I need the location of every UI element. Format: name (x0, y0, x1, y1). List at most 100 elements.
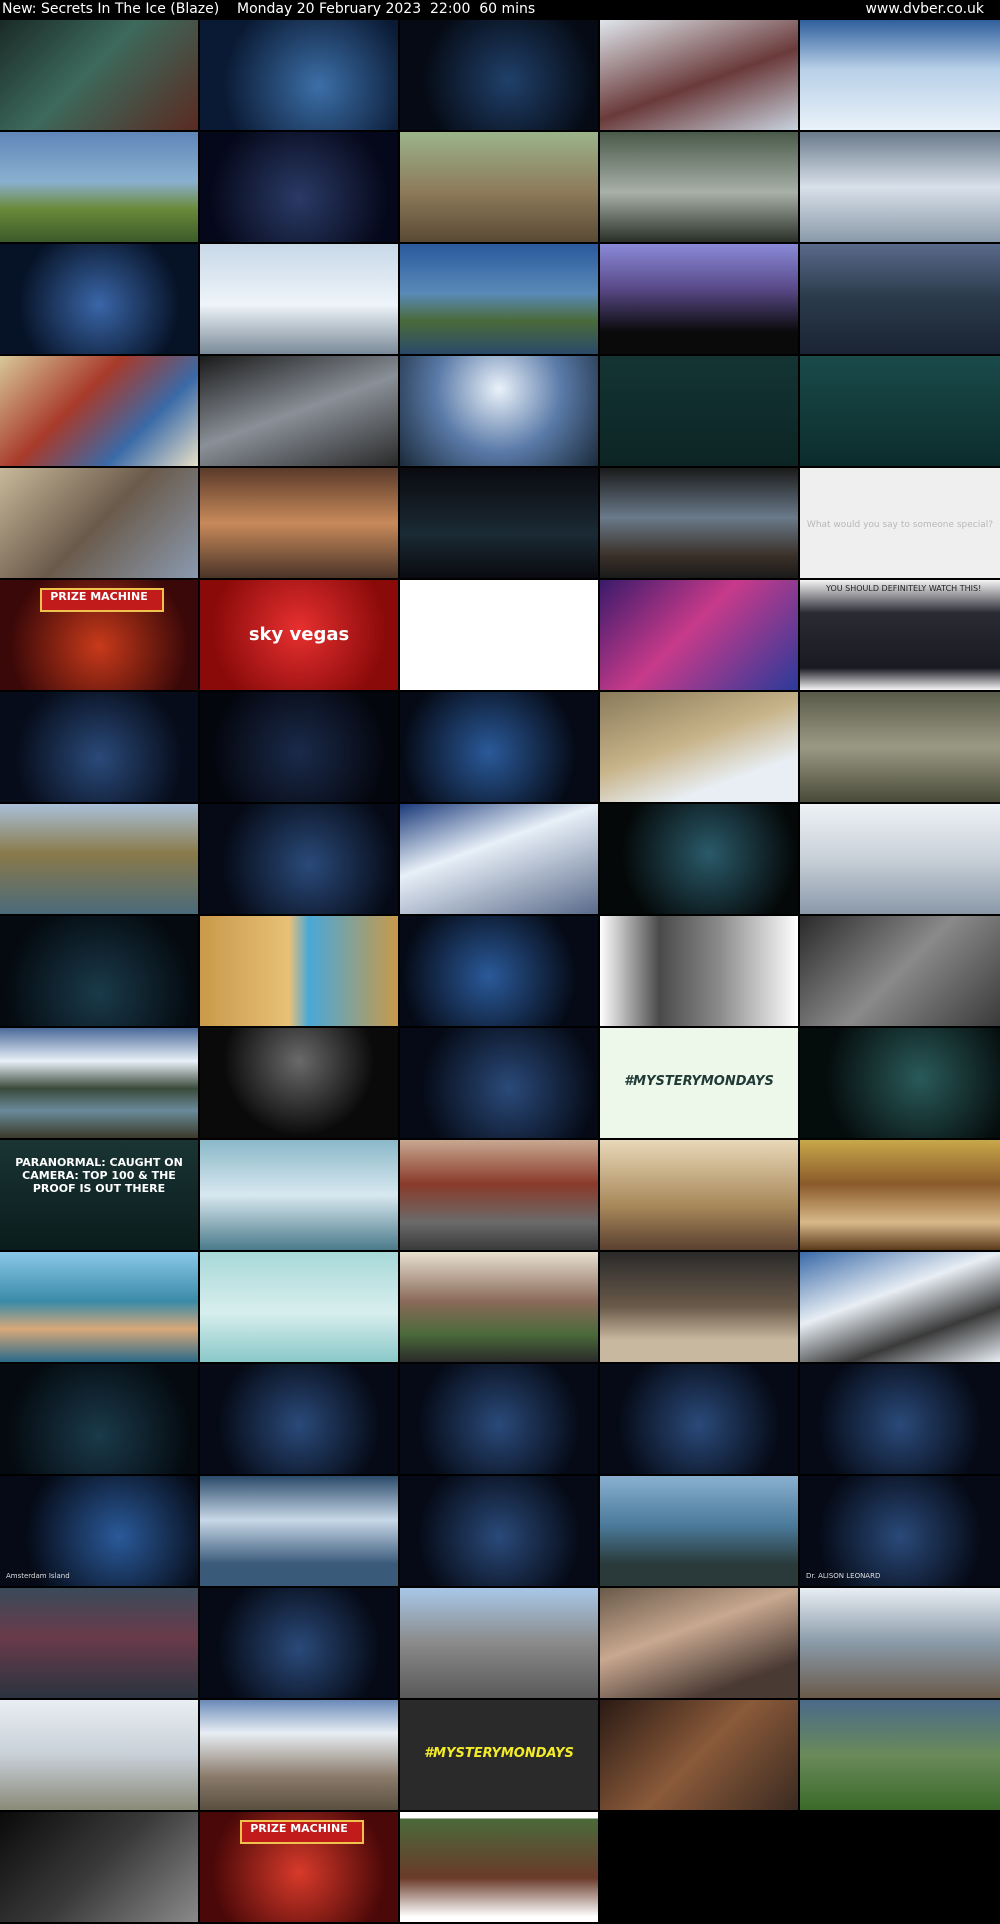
thumbnail[interactable] (200, 244, 398, 354)
thumbnail-row: #MYSTERYMONDAYS (0, 1028, 1000, 1140)
thumbnail-row (0, 132, 1000, 244)
thumbnail[interactable] (200, 1700, 398, 1810)
thumbnail-caption: PARANORMAL: CAUGHT ON CAMERA: TOP 100 & … (15, 1156, 183, 1195)
thumbnail[interactable] (400, 132, 598, 242)
thumbnail[interactable] (0, 1252, 198, 1362)
thumbnail-caption: #MYSTERYMONDAYS (424, 1746, 574, 1761)
thumbnail[interactable] (600, 356, 798, 466)
thumbnail[interactable] (800, 1252, 1000, 1362)
thumbnail[interactable] (0, 804, 198, 914)
thumbnail-row: PRIZE MACHINE (0, 1812, 1000, 1924)
thumbnail-row (0, 1364, 1000, 1476)
thumbnail[interactable]: Dr. ALISON LEONARD (800, 1476, 1000, 1586)
thumbnail[interactable]: YOU SHOULD DEFINITELY WATCH THIS! (800, 580, 1000, 690)
thumbnail[interactable] (600, 1588, 798, 1698)
thumbnail[interactable] (400, 1476, 598, 1586)
thumbnail-caption: YOU SHOULD DEFINITELY WATCH THIS! (826, 584, 982, 593)
thumbnail[interactable]: Amsterdam Island (0, 1476, 198, 1586)
site-url[interactable]: www.dvber.co.uk (865, 0, 984, 18)
thumbnail[interactable] (0, 692, 198, 802)
thumbnail[interactable] (600, 1700, 798, 1810)
thumbnail-caption: #MYSTERYMONDAYS (624, 1074, 774, 1089)
thumbnail[interactable] (200, 1028, 398, 1138)
thumbnail[interactable] (200, 804, 398, 914)
thumbnail[interactable] (600, 244, 798, 354)
thumbnail[interactable] (800, 1588, 1000, 1698)
thumbnail-row (0, 20, 1000, 132)
thumbnail[interactable] (600, 468, 798, 578)
thumbnail[interactable] (800, 1700, 1000, 1810)
thumbnail[interactable] (600, 804, 798, 914)
thumbnail[interactable] (800, 1364, 1000, 1474)
thumbnail[interactable] (800, 1028, 1000, 1138)
thumbnail[interactable] (0, 132, 198, 242)
thumbnail[interactable] (200, 916, 398, 1026)
thumbnail[interactable] (400, 1140, 598, 1250)
thumbnail[interactable] (800, 20, 1000, 130)
thumbnail[interactable] (800, 1140, 1000, 1250)
thumbnail[interactable] (200, 356, 398, 466)
thumbnail[interactable] (0, 356, 198, 466)
thumbnail[interactable] (600, 1252, 798, 1362)
thumbnail[interactable] (200, 1588, 398, 1698)
thumbnail[interactable] (600, 1364, 798, 1474)
thumbnail[interactable] (600, 1812, 798, 1922)
thumbnail[interactable]: PRIZE MACHINE (200, 1812, 398, 1922)
thumbnail[interactable] (800, 692, 1000, 802)
thumbnail[interactable] (200, 1364, 398, 1474)
thumbnail-row (0, 916, 1000, 1028)
thumbnail[interactable] (600, 916, 798, 1026)
thumbnail[interactable] (600, 1140, 798, 1250)
thumbnail[interactable] (400, 916, 598, 1026)
thumbnail[interactable] (200, 692, 398, 802)
thumbnail[interactable] (400, 1252, 598, 1362)
thumbnail[interactable] (0, 1364, 198, 1474)
thumbnail[interactable] (400, 580, 598, 690)
thumbnail[interactable] (200, 1252, 398, 1362)
thumbnail[interactable]: PARANORMAL: CAUGHT ON CAMERA: TOP 100 & … (0, 1140, 198, 1250)
thumbnail[interactable]: #MYSTERYMONDAYS (600, 1028, 798, 1138)
thumbnail[interactable] (400, 468, 598, 578)
thumbnail[interactable] (400, 1588, 598, 1698)
thumbnail[interactable] (0, 20, 198, 130)
thumbnail[interactable]: #MYSTERYMONDAYS (400, 1700, 598, 1810)
thumbnail[interactable] (400, 356, 598, 466)
thumbnail[interactable] (800, 1812, 1000, 1922)
thumbnail[interactable] (600, 20, 798, 130)
thumbnail[interactable] (800, 132, 1000, 242)
thumbnail[interactable] (400, 1028, 598, 1138)
thumbnail[interactable] (800, 356, 1000, 466)
thumbnail[interactable] (0, 1700, 198, 1810)
thumbnail-caption: What would you say to someone special? (806, 520, 994, 530)
thumbnail[interactable] (400, 244, 598, 354)
thumbnail[interactable] (200, 1476, 398, 1586)
thumbnail[interactable]: sky vegas (200, 580, 398, 690)
thumbnail-row: What would you say to someone special? (0, 468, 1000, 580)
thumbnail[interactable] (400, 1812, 598, 1922)
thumbnail[interactable] (200, 20, 398, 130)
thumbnail[interactable]: PRIZE MACHINE (0, 580, 198, 690)
thumbnail[interactable] (400, 1364, 598, 1474)
thumbnail[interactable] (200, 1140, 398, 1250)
thumbnail[interactable]: What would you say to someone special? (800, 468, 1000, 578)
thumbnail[interactable] (800, 804, 1000, 914)
thumbnail[interactable] (600, 580, 798, 690)
thumbnail[interactable] (0, 1588, 198, 1698)
thumbnail[interactable] (200, 132, 398, 242)
thumbnail[interactable] (0, 1812, 198, 1922)
thumbnail[interactable] (400, 804, 598, 914)
thumbnail[interactable] (200, 468, 398, 578)
thumbnail[interactable] (800, 244, 1000, 354)
thumbnail[interactable] (400, 20, 598, 130)
thumbnail[interactable] (600, 692, 798, 802)
thumbnail[interactable] (0, 468, 198, 578)
thumbnail[interactable] (0, 916, 198, 1026)
thumbnail[interactable] (600, 132, 798, 242)
thumbnail[interactable] (0, 244, 198, 354)
thumbnail[interactable] (400, 692, 598, 802)
thumbnail-row (0, 244, 1000, 356)
thumbnail[interactable] (0, 1028, 198, 1138)
thumbnail-caption: sky vegas (248, 624, 350, 645)
thumbnail[interactable] (600, 1476, 798, 1586)
thumbnail[interactable] (800, 916, 1000, 1026)
